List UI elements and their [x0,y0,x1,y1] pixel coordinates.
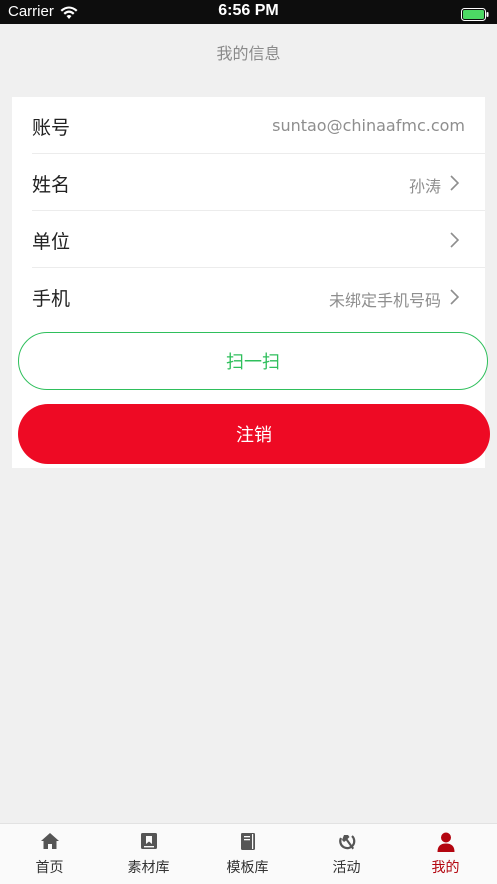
tab-material-library-label: 素材库 [127,860,170,876]
scan-button[interactable]: 扫一扫 [18,332,488,390]
battery-icon [461,6,489,25]
status-time: 6:56 PM [218,2,279,19]
phone-row[interactable]: 手机 未绑定手机号码 [12,268,485,325]
chevron-right-icon [450,232,460,252]
tab-mine[interactable]: 我的 [396,824,495,884]
tab-template-library-label: 模板库 [226,860,269,876]
account-value: suntao@chinaafmc.com [272,116,465,135]
organization-row[interactable]: 单位 [12,211,485,268]
home-icon [0,832,99,854]
page-title: 我的信息 [216,44,281,63]
hammer-sickle-icon [297,832,396,854]
material-library-icon [99,832,198,854]
name-value: 孙涛 [408,177,441,196]
tab-activities-label: 活动 [332,860,361,876]
tab-mine-label: 我的 [431,860,460,876]
logout-button[interactable]: 注销 [18,404,490,464]
tab-home[interactable]: 首页 [0,824,99,884]
name-row[interactable]: 姓名 孙涛 [12,154,485,211]
account-label: 账号 [32,117,71,139]
user-icon [396,832,495,854]
tab-template-library[interactable]: 模板库 [198,824,297,884]
tab-activities[interactable]: 活动 [297,824,396,884]
tab-home-label: 首页 [35,860,64,876]
organization-label: 单位 [32,231,71,253]
tab-bar: 首页 素材库 模板库 活动 我的 [0,823,497,884]
tab-material-library[interactable]: 素材库 [99,824,198,884]
chevron-right-icon [450,175,460,195]
template-library-icon [198,832,297,854]
account-row: 账号 suntao@chinaafmc.com [12,97,485,154]
name-label: 姓名 [32,174,71,196]
chevron-right-icon [450,289,460,309]
status-bar: Carrier 6:56 PM [0,0,497,24]
phone-label: 手机 [32,288,71,310]
phone-value: 未绑定手机号码 [328,291,441,310]
